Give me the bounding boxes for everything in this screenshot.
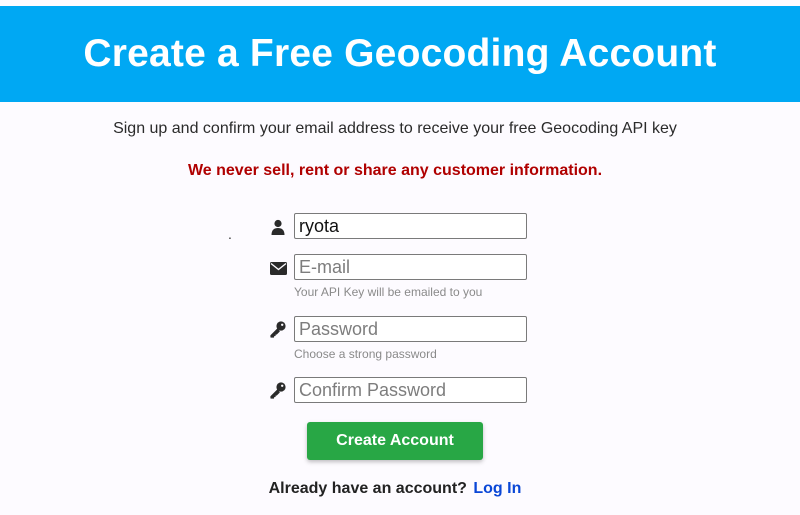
create-account-button[interactable]: Create Account: [307, 422, 483, 460]
email-field[interactable]: [294, 254, 527, 280]
page-title: Create a Free Geocoding Account: [83, 32, 717, 75]
login-link[interactable]: Log In: [473, 480, 521, 497]
password-hint: Choose a strong password: [294, 347, 437, 361]
login-prompt-text: Already have an account?: [268, 480, 467, 497]
page-header: Create a Free Geocoding Account: [0, 6, 800, 102]
key-icon: [269, 381, 287, 399]
stray-dot: .: [228, 226, 232, 242]
email-hint: Your API Key will be emailed to you: [294, 285, 483, 299]
signup-subtitle: Sign up and confirm your email address t…: [113, 120, 677, 137]
envelope-icon: [269, 259, 287, 277]
privacy-notice: We never sell, rent or share any custome…: [187, 162, 603, 179]
login-prompt: Already have an account? Log In: [0, 480, 790, 498]
username-input[interactable]: [294, 213, 527, 239]
key-icon: [269, 320, 287, 338]
confirm-password-field[interactable]: [294, 377, 527, 403]
signup-page: Create a Free Geocoding Account Sign up …: [0, 0, 800, 515]
user-icon: [269, 218, 287, 236]
password-field[interactable]: [294, 316, 527, 342]
